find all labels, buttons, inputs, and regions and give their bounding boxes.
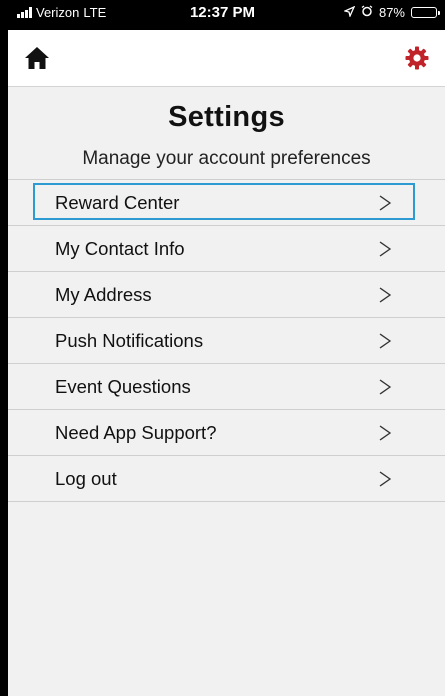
chevron-right-icon (379, 287, 392, 303)
alarm-icon (361, 5, 373, 20)
status-right: 87% (342, 5, 440, 20)
chevron-right-icon (379, 195, 392, 211)
chevron-right-icon (379, 471, 392, 487)
menu-item-event-questions[interactable]: Event Questions (8, 364, 445, 410)
menu-item-push-notifications[interactable]: Push Notifications (8, 318, 445, 364)
chevron-right-icon (379, 333, 392, 349)
location-icon (342, 5, 356, 20)
page-subtitle: Manage your account preferences (82, 148, 371, 169)
home-button[interactable] (24, 46, 50, 70)
settings-menu: Reward Center My Contact Info My Address… (8, 179, 445, 502)
battery-percent: 87% (378, 5, 405, 20)
menu-item-label: My Address (55, 284, 152, 305)
menu-item-label: Reward Center (55, 192, 180, 213)
menu-item-address[interactable]: My Address (8, 272, 445, 318)
battery-icon (411, 7, 440, 18)
settings-content: Settings Manage your account preferences… (8, 86, 445, 696)
menu-item-label: Log out (55, 468, 117, 489)
menu-item-reward-center[interactable]: Reward Center (8, 180, 445, 226)
app-screen: Verizon LTE 12:37 PM 87% Settings Manage… (8, 0, 445, 696)
menu-item-label: Event Questions (55, 376, 191, 397)
gear-icon (405, 46, 429, 70)
menu-item-label: Need App Support? (55, 422, 217, 443)
chevron-right-icon (379, 241, 392, 257)
menu-item-label: Push Notifications (55, 330, 204, 351)
home-icon (25, 47, 49, 69)
status-bar: Verizon LTE 12:37 PM 87% (8, 0, 445, 30)
phone-frame: Verizon LTE 12:37 PM 87% Settings Manage… (0, 0, 445, 696)
settings-button[interactable] (405, 46, 429, 70)
menu-item-label: My Contact Info (55, 238, 185, 259)
menu-item-app-support[interactable]: Need App Support? (8, 410, 445, 456)
top-nav-bar (8, 30, 445, 86)
menu-item-log-out[interactable]: Log out (8, 456, 445, 502)
menu-item-contact-info[interactable]: My Contact Info (8, 226, 445, 272)
chevron-right-icon (379, 425, 392, 441)
page-title: Settings (168, 101, 285, 133)
chevron-right-icon (379, 379, 392, 395)
